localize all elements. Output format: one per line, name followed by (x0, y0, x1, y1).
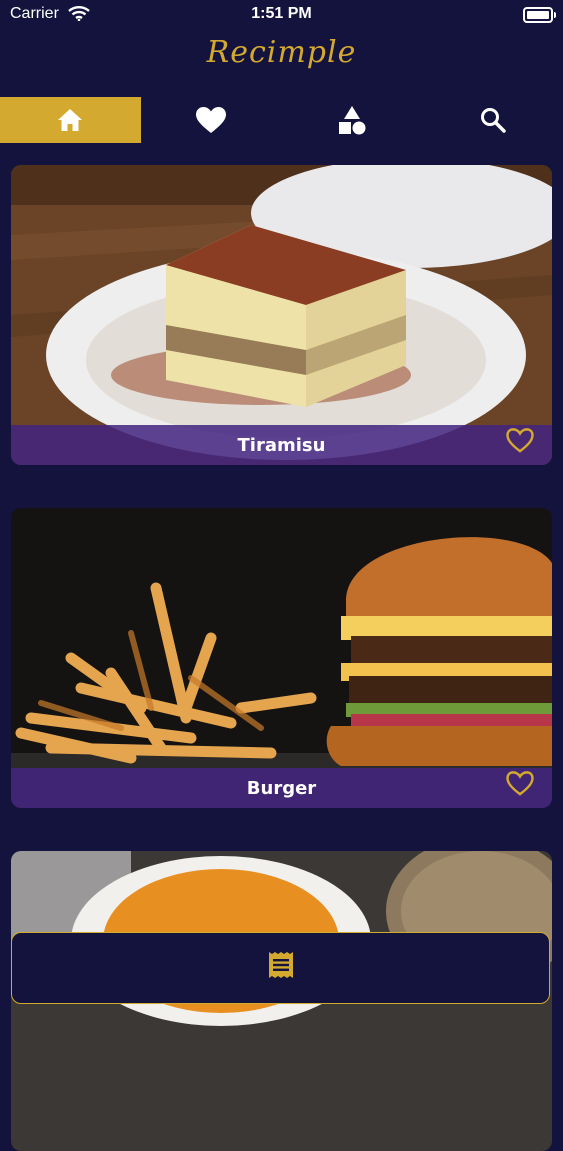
heart-outline-icon (506, 771, 534, 796)
tab-categories[interactable] (282, 97, 423, 143)
tab-search[interactable] (422, 97, 563, 143)
tab-favorites[interactable] (141, 97, 282, 143)
heart-icon (196, 106, 227, 133)
tab-bar (0, 97, 563, 143)
status-time: 1:51 PM (251, 5, 312, 22)
heart-outline-icon (506, 428, 534, 453)
recipe-card[interactable]: Burger (11, 508, 552, 808)
recipe-photo (11, 165, 552, 465)
bottom-bar (11, 932, 550, 1004)
recipe-card[interactable]: Tiramisu (11, 165, 552, 465)
recipe-photo (11, 508, 552, 808)
status-bar: Carrier 1:51 PM (0, 0, 563, 30)
battery-icon (523, 7, 556, 23)
receipt-icon (268, 952, 293, 978)
app-logo: Recimple (206, 35, 357, 70)
recipe-caption: Tiramisu (11, 425, 552, 465)
recipe-caption: Burger (11, 768, 552, 808)
recipe-list-button[interactable] (268, 951, 294, 1003)
recipe-title: Burger (246, 777, 317, 799)
tab-home[interactable] (0, 97, 141, 143)
categories-icon (338, 106, 366, 135)
search-icon (480, 108, 506, 133)
favorite-button[interactable] (506, 771, 534, 801)
favorite-button[interactable] (506, 428, 534, 458)
recipe-title: Tiramisu (237, 434, 326, 456)
home-icon (58, 109, 83, 131)
